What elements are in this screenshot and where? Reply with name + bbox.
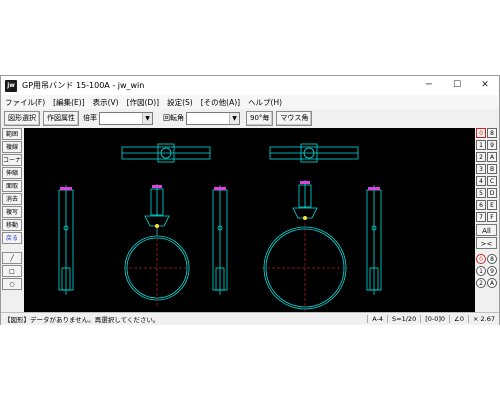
chevron-down-icon[interactable]: ▼: [142, 112, 152, 124]
tool-move[interactable]: 移動: [2, 219, 22, 231]
layer-d[interactable]: D: [487, 188, 497, 198]
rectangle-tool-icon[interactable]: □: [2, 265, 22, 277]
menu-bar: ファイル(F) [編集(E)] 表示(V) [作図(D)] 設定(S) [その他…: [1, 95, 499, 109]
mouse-angle-button[interactable]: マウス角: [276, 110, 313, 126]
layer-c[interactable]: C: [487, 176, 497, 186]
scale-label: 倍率: [83, 114, 97, 122]
layer-f[interactable]: F: [487, 212, 497, 222]
toolbar: 図形選択 作図属性 倍率 ▼ 回転角 ▼ 90°毎 マウス角: [1, 109, 499, 127]
layer-5[interactable]: 5: [476, 188, 486, 198]
group-0[interactable]: 0: [476, 254, 486, 264]
tool-copy[interactable]: 複写: [2, 206, 22, 218]
layer-7[interactable]: 7: [476, 212, 486, 222]
layer-9[interactable]: 9: [487, 140, 497, 150]
scale-combo[interactable]: ▼: [99, 111, 153, 125]
layer-1[interactable]: 1: [476, 140, 486, 150]
scale-readout[interactable]: S=1/20: [387, 315, 420, 323]
zoom-readout[interactable]: × 2.67: [468, 315, 499, 323]
layer-0[interactable]: 0: [476, 128, 486, 138]
menu-draw[interactable]: [作図(D)]: [123, 97, 163, 108]
layer-all-button[interactable]: All: [476, 224, 497, 236]
title-bar[interactable]: jw GP用吊バンド 15-100A - jw_win ─ ☐ ✕: [1, 76, 499, 95]
group-a[interactable]: A: [487, 278, 497, 288]
layer-a[interactable]: A: [487, 152, 497, 162]
app-window: jw GP用吊バンド 15-100A - jw_win ─ ☐ ✕ ファイル(F…: [0, 75, 500, 325]
menu-edit[interactable]: [編集(E)]: [49, 97, 88, 108]
tool-stretch[interactable]: 伸縮: [2, 167, 22, 179]
group-1[interactable]: 1: [476, 266, 486, 276]
layer-panel: 0 8 1 9 2 A 3 B 4 C 5 D 6 E 7 F All >< 0…: [476, 128, 499, 312]
tool-corner[interactable]: コーナー: [2, 154, 22, 166]
menu-help[interactable]: ヘルプ(H): [244, 97, 286, 108]
maximize-button[interactable]: ☐: [443, 76, 471, 95]
layer-toggle-button[interactable]: ><: [476, 237, 497, 249]
chevron-down-icon[interactable]: ▼: [229, 112, 239, 124]
layer-e[interactable]: E: [487, 200, 497, 210]
group-8[interactable]: 8: [487, 254, 497, 264]
side-view-1: [58, 185, 74, 295]
paper-size[interactable]: A-4: [367, 315, 387, 323]
layer-4[interactable]: 4: [476, 176, 486, 186]
side-view-3: [366, 185, 382, 295]
menu-view[interactable]: 表示(V): [89, 97, 123, 108]
left-toolbar: 範囲 複線 コーナー 伸縮 面取 消去 複写 移動 戻る ╱ □ ○: [2, 128, 24, 312]
rotation-label: 回転角: [163, 114, 184, 122]
tool-chamfer[interactable]: 面取: [2, 180, 22, 192]
status-message: 【図形】データがありません。再選択してください。: [4, 316, 160, 324]
side-view-2: [212, 185, 228, 295]
line-tool-icon[interactable]: ╱: [2, 252, 22, 264]
group-2[interactable]: 2: [476, 278, 486, 288]
rotate-90-button[interactable]: 90°毎: [246, 110, 274, 126]
circle-tool-icon[interactable]: ○: [2, 278, 22, 290]
drawing-canvas[interactable]: [24, 128, 475, 312]
menu-file[interactable]: ファイル(F): [1, 97, 49, 108]
layer-b[interactable]: B: [487, 164, 497, 174]
layer-2[interactable]: 2: [476, 152, 486, 162]
rotation-combo[interactable]: ▼: [186, 111, 240, 125]
tool-erase[interactable]: 消去: [2, 193, 22, 205]
window-title: GP用吊バンド 15-100A - jw_win: [22, 81, 145, 90]
layer-6[interactable]: 6: [476, 200, 486, 210]
menu-other[interactable]: [その他(A)]: [197, 97, 244, 108]
tool-offset[interactable]: 複線: [2, 141, 22, 153]
layer-8[interactable]: 8: [487, 128, 497, 138]
status-bar: 【図形】データがありません。再選択してください。 A-4 S=1/20 [0-0…: [1, 312, 499, 325]
angle-readout[interactable]: ∠0: [449, 315, 468, 323]
figure-attr-button[interactable]: 作図属性: [43, 110, 79, 126]
tool-undo[interactable]: 戻る: [2, 232, 22, 244]
group-9[interactable]: 9: [487, 266, 497, 276]
menu-settings[interactable]: 設定(S): [163, 97, 197, 108]
tool-range[interactable]: 範囲: [2, 128, 22, 140]
band-view-1: [124, 184, 190, 301]
group-readout[interactable]: [0-0]0: [420, 315, 449, 323]
app-icon: jw: [5, 79, 17, 92]
drawing: [58, 143, 382, 312]
minimize-button[interactable]: ─: [415, 76, 443, 95]
layer-3[interactable]: 3: [476, 164, 486, 174]
select-figure-button[interactable]: 図形選択: [4, 110, 40, 126]
close-button[interactable]: ✕: [471, 76, 499, 95]
